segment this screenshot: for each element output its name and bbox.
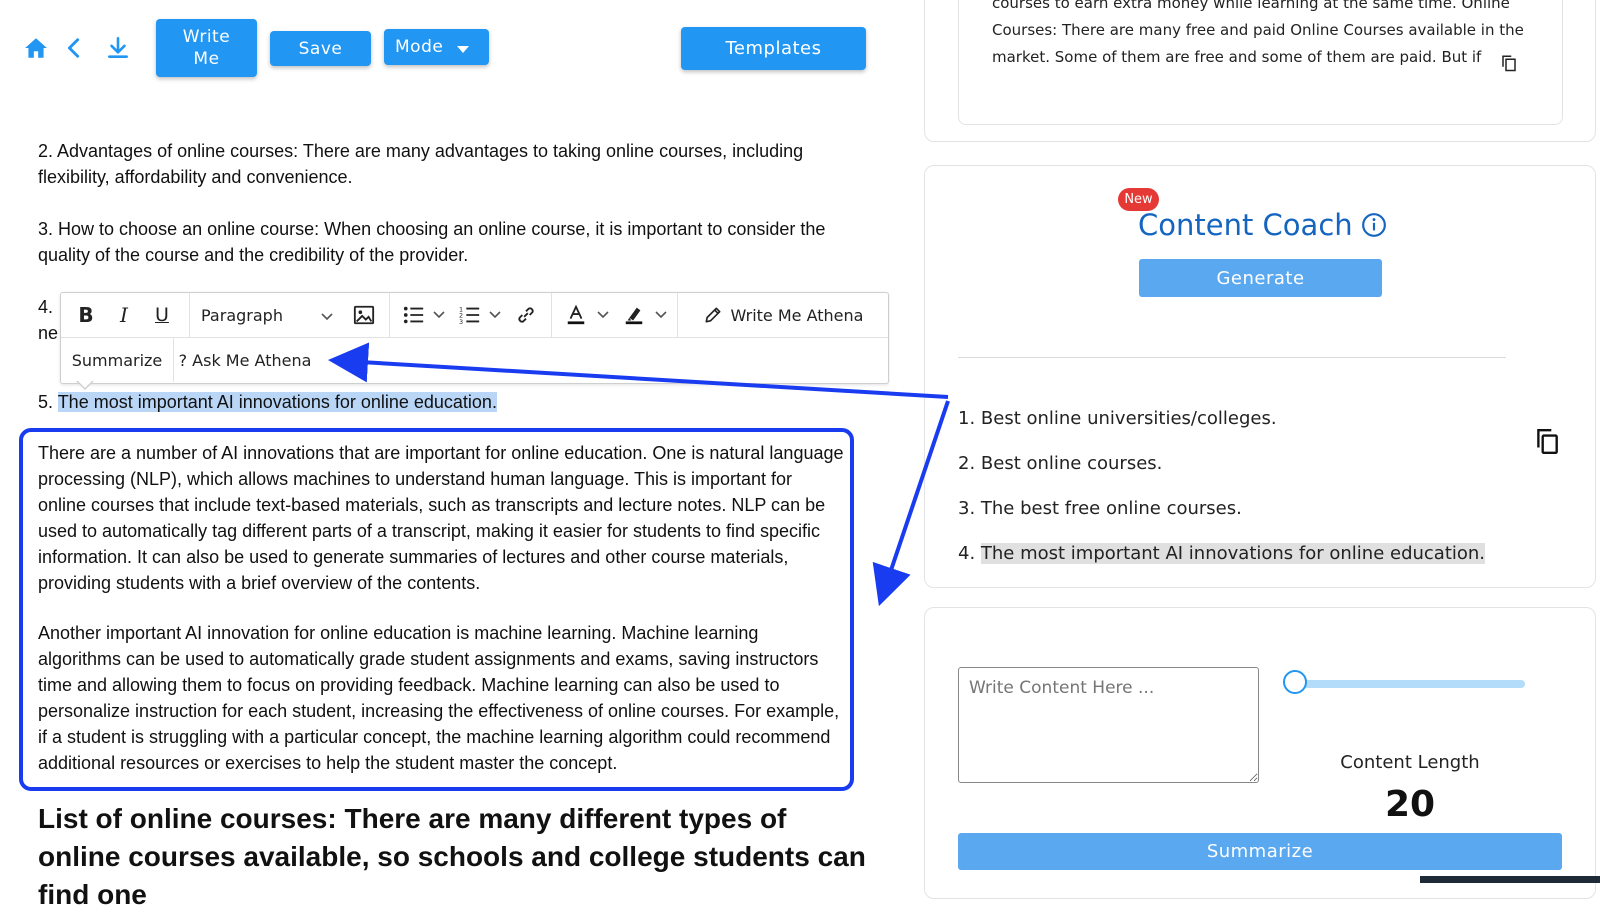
arrow-to-generated-content bbox=[872, 400, 950, 607]
annotation-arrows bbox=[328, 342, 950, 607]
arrow-to-ask-me-athena bbox=[328, 342, 949, 399]
